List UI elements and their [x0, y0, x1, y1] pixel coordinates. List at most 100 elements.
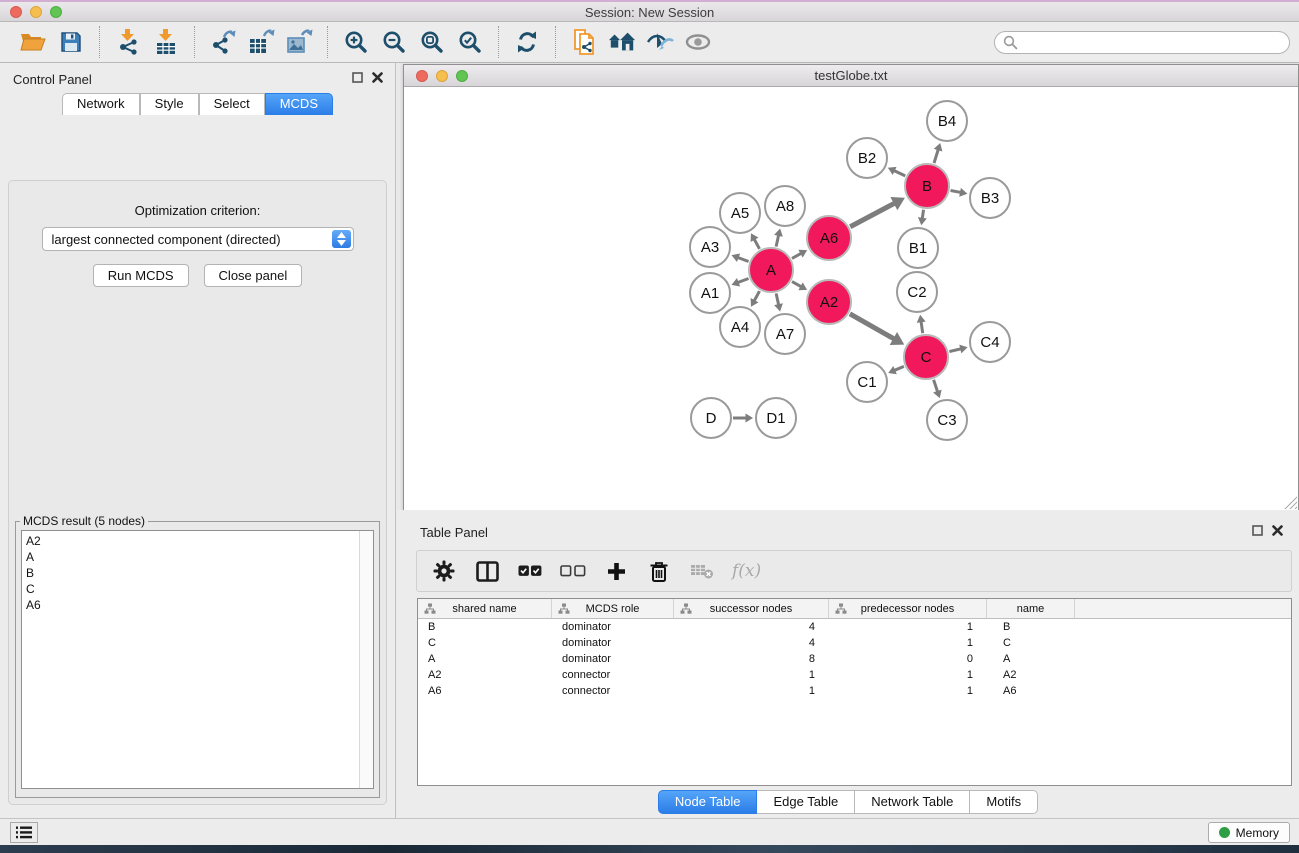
tab-style[interactable]: Style [140, 93, 199, 115]
table-cell: 1 [829, 669, 987, 681]
home-views-icon[interactable] [608, 28, 636, 56]
task-history-button[interactable] [10, 822, 38, 843]
status-bar: Memory [0, 818, 1299, 845]
graph-node-B2[interactable]: B2 [846, 137, 888, 179]
toolbar-separator [327, 26, 328, 58]
graph-node-D1[interactable]: D1 [755, 397, 797, 439]
dropdown-stepper-icon [332, 230, 351, 248]
column-header-MCDS-role[interactable]: MCDS role [552, 599, 674, 618]
network-window-titlebar[interactable]: testGlobe.txt [404, 65, 1298, 87]
graph-node-A[interactable]: A [748, 247, 794, 293]
graph-node-B[interactable]: B [904, 163, 950, 209]
graph-node-A4[interactable]: A4 [719, 306, 761, 348]
result-item[interactable]: A2 [26, 533, 355, 549]
graph-node-A6[interactable]: A6 [806, 215, 852, 261]
network-canvas[interactable]: A A1 A2 A3 A4 A5 A6 A7 A8 B B1 B2 B3B4 C C1 C2 C3C4 D D1 [404, 87, 1298, 510]
export-network-icon[interactable] [209, 28, 237, 56]
table-row[interactable]: Adominator80A [418, 651, 1291, 667]
delete-table-icon[interactable] [689, 558, 715, 584]
zoom-in-icon[interactable] [342, 28, 370, 56]
close-table-panel-icon[interactable] [1272, 525, 1283, 536]
table-row[interactable]: A2connector11A2 [418, 667, 1291, 683]
graph-node-C4[interactable]: C4 [969, 321, 1011, 363]
import-network-icon[interactable] [114, 28, 142, 56]
table-row[interactable]: A6connector11A6 [418, 683, 1291, 699]
clone-network-icon[interactable] [570, 28, 598, 56]
graph-node-A1[interactable]: A1 [689, 272, 731, 314]
gear-icon[interactable] [431, 558, 457, 584]
table-panel-title: Table Panel [420, 525, 488, 540]
close-panel-icon[interactable] [372, 72, 383, 83]
result-item[interactable]: A [26, 549, 355, 565]
result-item[interactable]: B [26, 565, 355, 581]
tab-motifs[interactable]: Motifs [970, 790, 1038, 814]
column-header-name[interactable]: name [987, 599, 1075, 618]
resize-grip[interactable] [1284, 496, 1297, 509]
mcds-result-list[interactable]: A2ABCA6 [21, 530, 374, 789]
network-window-title: testGlobe.txt [404, 68, 1298, 83]
select-all-icon[interactable] [517, 558, 543, 584]
float-table-panel-icon[interactable] [1252, 525, 1263, 536]
column-header-shared-name[interactable]: shared name [418, 599, 552, 618]
graph-node-C2[interactable]: C2 [896, 271, 938, 313]
tab-network-table[interactable]: Network Table [855, 790, 970, 814]
graph-node-C[interactable]: C [903, 334, 949, 380]
graph-node-B3[interactable]: B3 [969, 177, 1011, 219]
graph-node-D[interactable]: D [690, 397, 732, 439]
tab-select[interactable]: Select [199, 93, 265, 115]
refresh-icon[interactable] [513, 28, 541, 56]
table-row[interactable]: Bdominator41B [418, 619, 1291, 635]
column-header-successor-nodes[interactable]: successor nodes [674, 599, 829, 618]
save-session-icon[interactable] [57, 28, 85, 56]
tab-node-table[interactable]: Node Table [658, 790, 758, 814]
graph-node-A3[interactable]: A3 [689, 226, 731, 268]
result-item[interactable]: A6 [26, 597, 355, 613]
toolbar-separator [99, 26, 100, 58]
tab-edge-table[interactable]: Edge Table [757, 790, 855, 814]
zoom-selected-icon[interactable] [456, 28, 484, 56]
zoom-out-icon[interactable] [380, 28, 408, 56]
export-table-icon[interactable] [247, 28, 275, 56]
open-session-icon[interactable] [19, 28, 47, 56]
graph-node-B4[interactable]: B4 [926, 100, 968, 142]
tab-mcds[interactable]: MCDS [265, 93, 333, 115]
graph-node-A8[interactable]: A8 [764, 185, 806, 227]
columns-icon[interactable] [474, 558, 500, 584]
graph-node-A5[interactable]: A5 [719, 192, 761, 234]
result-item[interactable]: C [26, 581, 355, 597]
graph-node-B1[interactable]: B1 [897, 227, 939, 269]
show-hide-style-icon[interactable] [646, 28, 674, 56]
table-row[interactable]: Cdominator41C [418, 635, 1291, 651]
add-column-icon[interactable] [603, 558, 629, 584]
show-hide-eye-icon[interactable] [684, 28, 712, 56]
graph-node-A2[interactable]: A2 [806, 279, 852, 325]
table-tabs: Node TableEdge TableNetwork TableMotifs [397, 790, 1299, 814]
global-search[interactable] [994, 31, 1290, 54]
memory-button[interactable]: Memory [1208, 822, 1290, 843]
table-cell: A6 [418, 685, 552, 697]
run-mcds-button[interactable]: Run MCDS [93, 264, 189, 287]
function-builder-icon[interactable]: f(x) [732, 561, 761, 581]
app-titlebar: Session: New Session [0, 0, 1299, 22]
graph-node-A7[interactable]: A7 [764, 313, 806, 355]
export-image-icon[interactable] [285, 28, 313, 56]
toolbar-separator [498, 26, 499, 58]
session-title: Session: New Session [0, 5, 1299, 20]
result-scrollbar[interactable] [359, 531, 373, 788]
search-input[interactable] [1018, 36, 1268, 50]
import-table-icon[interactable] [152, 28, 180, 56]
table-cell: dominator [552, 653, 674, 665]
criterion-dropdown[interactable]: largest connected component (directed) [42, 227, 354, 251]
graph-node-C3[interactable]: C3 [926, 399, 968, 441]
close-panel-button[interactable]: Close panel [204, 264, 303, 287]
float-panel-icon[interactable] [352, 72, 363, 83]
delete-icon[interactable] [646, 558, 672, 584]
tab-network[interactable]: Network [62, 93, 140, 115]
table-cell: A2 [418, 669, 552, 681]
zoom-fit-icon[interactable] [418, 28, 446, 56]
table-cell: 4 [674, 637, 829, 649]
deselect-all-icon[interactable] [560, 558, 586, 584]
graph-node-C1[interactable]: C1 [846, 361, 888, 403]
column-header-predecessor-nodes[interactable]: predecessor nodes [829, 599, 987, 618]
application-window: Session: New Session [0, 0, 1299, 853]
